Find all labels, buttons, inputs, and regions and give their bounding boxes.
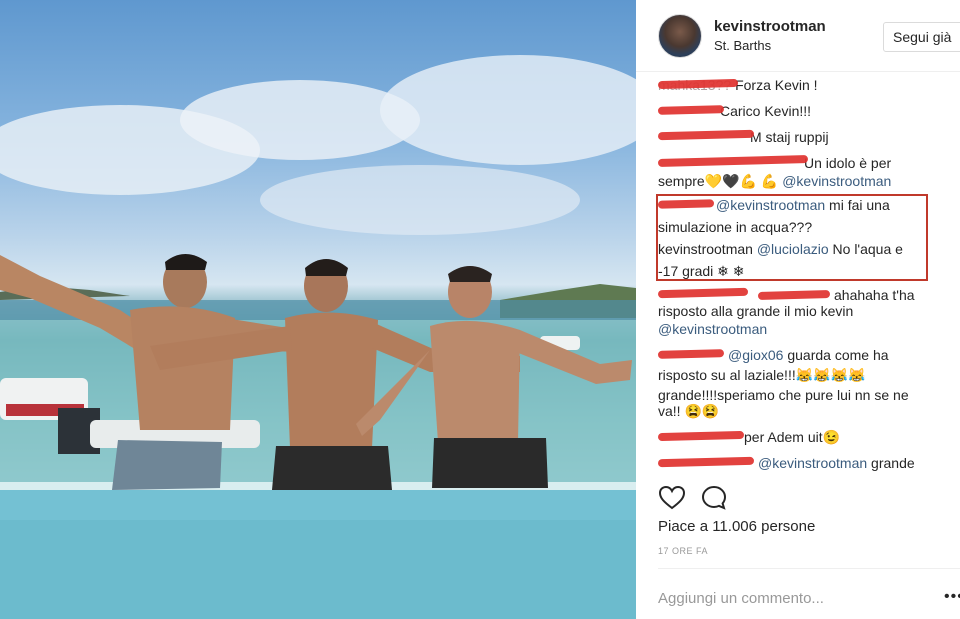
comment-item: per Adem uit😉 <box>744 426 840 448</box>
comment-text: risposto su al laziale!!!😹😹😹😹 <box>658 367 866 383</box>
comment-item: @kevinstrootman grande <box>758 452 915 474</box>
redaction-scribble <box>657 287 749 299</box>
post-timestamp[interactable]: 17 ORE FA <box>658 546 708 556</box>
comment-text: sempre💛🖤💪 💪 <box>658 173 779 189</box>
post-header: kevinstrootman St. Barths Segui già <box>636 0 960 72</box>
comment-mention[interactable]: @kevinstrootman <box>758 455 867 471</box>
comment-text: Un idolo è per <box>804 155 892 171</box>
comment-text: grande <box>871 455 915 471</box>
post-location[interactable]: St. Barths <box>714 38 771 53</box>
redaction-scribble <box>757 290 831 300</box>
comment-item: M staij ruppij <box>750 126 829 148</box>
comment-item: @kevinstrootman <box>658 318 767 340</box>
more-options-icon[interactable]: ••• <box>944 588 960 606</box>
comment-text: guarda come ha <box>787 347 889 363</box>
divider <box>658 568 960 569</box>
following-button[interactable]: Segui già <box>883 22 960 52</box>
comment-text: per Adem uit😉 <box>744 429 841 445</box>
comment-text: Carico Kevin!!! <box>720 103 812 119</box>
comment-item: @giox06 guarda come ha <box>728 344 889 366</box>
comment-mention[interactable]: @kevinstrootman <box>658 321 767 337</box>
comment-text: risposto alla grande il mio kevin <box>658 303 854 319</box>
redaction-scribble <box>657 430 745 442</box>
heart-icon[interactable] <box>658 484 686 512</box>
beach-scene <box>0 55 636 619</box>
redaction-scribble <box>657 105 725 115</box>
redaction-scribble <box>657 456 755 468</box>
comment-text: va!! 😫😫 <box>658 403 720 419</box>
redaction-scribble <box>657 349 725 359</box>
comment-item: risposto su al laziale!!!😹😹😹😹 <box>658 364 865 386</box>
redaction-scribble <box>657 155 809 167</box>
post-sidebar: kevinstrootman St. Barths Segui già mahk… <box>636 0 960 619</box>
post-username[interactable]: kevinstrootman <box>714 18 826 35</box>
post-photo[interactable] <box>0 0 636 619</box>
likes-count[interactable]: Piace a 11.006 persone <box>658 518 815 535</box>
comment-icon[interactable] <box>700 484 728 512</box>
comment-input[interactable] <box>658 584 928 612</box>
comment-mention[interactable]: @giox06 <box>728 347 783 363</box>
comment-text: Forza Kevin ! <box>735 77 818 93</box>
comment-mention[interactable]: @kevinstrootman <box>782 173 891 189</box>
avatar[interactable] <box>658 14 702 58</box>
highlight-box <box>656 194 928 281</box>
comment-item: Carico Kevin!!! <box>720 100 811 122</box>
comment-item: va!! 😫😫 <box>658 400 719 422</box>
redaction-scribble <box>657 129 755 141</box>
comment-item: sempre💛🖤💪 💪 @kevinstrootman <box>658 170 891 192</box>
comment-text: M staij ruppij <box>750 129 829 145</box>
